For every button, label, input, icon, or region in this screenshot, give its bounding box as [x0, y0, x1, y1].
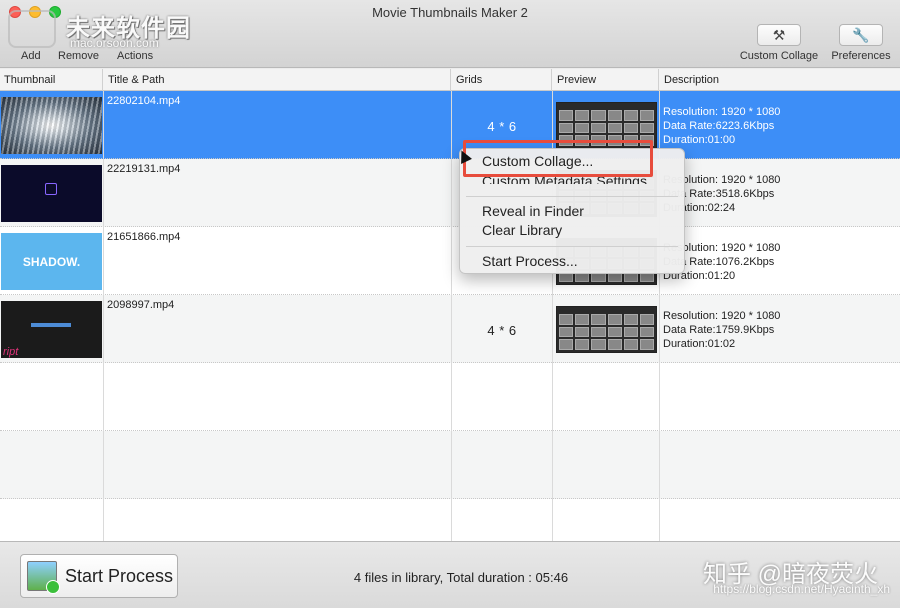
custom-collage-button[interactable]: ⚒ Custom Collage — [734, 24, 824, 62]
column-header-description[interactable]: Description — [660, 69, 900, 91]
tools-icon: ⚒ — [757, 24, 801, 46]
video-thumbnail — [1, 97, 102, 154]
menu-item-reveal-in-finder[interactable]: Reveal in Finder — [482, 202, 584, 221]
video-title: 22802104.mp4 — [107, 95, 181, 107]
video-thumbnail — [1, 165, 102, 222]
preferences-label: Preferences — [831, 50, 891, 62]
collage-preview — [556, 306, 657, 353]
menu-item-start-process[interactable]: Start Process... — [482, 252, 578, 271]
actions-button[interactable]: Actions — [117, 50, 153, 62]
highlight-annotation-box — [463, 140, 653, 177]
table-row[interactable]: 22802104.mp4 4 * 6 Resolution: 1920 * 10… — [0, 91, 900, 159]
data-rate-text: Data Rate:6223.6Kbps — [663, 120, 775, 132]
window-toolbar: Movie Thumbnails Maker 2 未来软件园 mac.orsoo… — [0, 0, 900, 68]
duration-text: Duration:01:00 — [663, 134, 736, 146]
duration-text: Duration:01:02 — [663, 338, 736, 350]
watermark-url: mac.orsoon.com — [70, 36, 159, 50]
grid-size: 4 * 6 — [487, 119, 517, 134]
resolution-text: Resolution: 1920 * 1080 — [663, 310, 781, 322]
empty-row — [0, 363, 900, 431]
menu-separator — [466, 246, 678, 247]
column-header-preview[interactable]: Preview — [553, 69, 659, 91]
video-thumbnail: SHADOW. — [1, 233, 102, 290]
grid-size: 4 * 6 — [487, 323, 517, 338]
column-divider — [451, 91, 452, 541]
column-header-title[interactable]: Title & Path — [104, 69, 451, 91]
table-header: Thumbnail Title & Path Grids Preview Des… — [0, 69, 900, 91]
wrench-icon: 🔧 — [839, 24, 883, 46]
library-table: 22802104.mp4 4 * 6 Resolution: 1920 * 10… — [0, 91, 900, 541]
empty-row — [0, 431, 900, 499]
data-rate-text: Data Rate:1759.9Kbps — [663, 324, 775, 336]
table-row[interactable]: ript 2098997.mp4 4 * 6 Resolution: 1920 … — [0, 295, 900, 363]
column-divider — [103, 91, 104, 541]
video-description: Resolution: 1920 * 1080 Data Rate:1759.9… — [663, 309, 780, 351]
menu-item-clear-library[interactable]: Clear Library — [482, 221, 562, 240]
column-header-thumbnail[interactable]: Thumbnail — [0, 69, 103, 91]
thumbnail-text: ript — [3, 346, 19, 358]
watermark-url: https://blog.csdn.net/Hyacinth_xh — [713, 582, 890, 596]
custom-collage-label: Custom Collage — [739, 50, 819, 62]
resolution-text: Resolution: 1920 * 1080 — [663, 106, 781, 118]
video-title: 2098997.mp4 — [107, 299, 175, 311]
preferences-button[interactable]: 🔧 Preferences — [826, 24, 896, 62]
add-button[interactable]: Add — [21, 50, 41, 62]
video-description: Resolution: 1920 * 1080 Data Rate:6223.6… — [663, 105, 780, 147]
video-title: 22219131.mp4 — [107, 163, 181, 175]
bottom-bar: Start Process 4 files in library, Total … — [0, 541, 900, 608]
table-row[interactable]: 22219131.mp4 Resolution: 1920 * 1080 Dat… — [0, 159, 900, 227]
table-row[interactable]: SHADOW. 21651866.mp4 Resolution: 1920 * … — [0, 227, 900, 295]
video-thumbnail: ript — [1, 301, 102, 358]
remove-button[interactable]: Remove — [58, 50, 99, 62]
empty-row — [0, 499, 900, 541]
column-header-grids[interactable]: Grids — [452, 69, 552, 91]
video-title: 21651866.mp4 — [107, 231, 181, 243]
menu-separator — [466, 196, 678, 197]
watermark-logo-icon — [8, 10, 56, 48]
